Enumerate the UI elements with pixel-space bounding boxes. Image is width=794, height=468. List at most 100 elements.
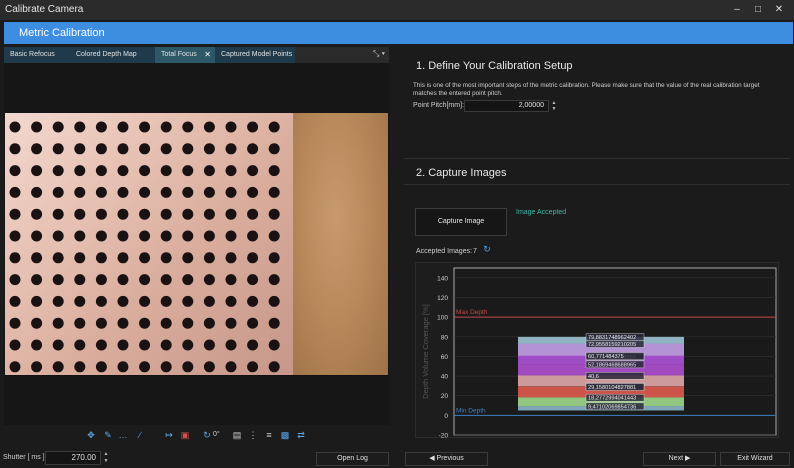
y-tick-label: 100: [437, 315, 448, 322]
target-dot: [74, 230, 86, 242]
pan-tool-icon[interactable]: ✥: [84, 428, 98, 442]
target-dot: [182, 208, 194, 220]
target-dot: [225, 186, 237, 198]
target-dot: [203, 230, 215, 242]
section-divider: [404, 184, 790, 185]
open-log-button[interactable]: Open Log: [316, 452, 389, 466]
rotate-icon[interactable]: ↻: [200, 428, 214, 442]
data-label: 52,1869468688965: [588, 362, 636, 368]
expand-arrows-icon[interactable]: ⤡ ▾: [373, 49, 385, 59]
y-tick-label: 140: [437, 275, 448, 282]
target-dot: [139, 361, 151, 373]
y-tick-label: 120: [437, 295, 448, 302]
close-icon[interactable]: ✕: [770, 2, 788, 18]
target-dot: [95, 186, 107, 198]
target-dot: [225, 252, 237, 264]
target-dot: [52, 274, 64, 286]
target-dot: [225, 143, 237, 155]
previous-button[interactable]: ◀ Previous: [405, 452, 488, 466]
point-pitch-input[interactable]: 2,00000: [464, 100, 549, 112]
target-dot: [268, 339, 280, 351]
wizard-banner: Metric Calibration: [4, 22, 793, 44]
target-dot: [247, 317, 259, 329]
target-dot: [268, 143, 280, 155]
pipette-icon[interactable]: ✎: [101, 428, 115, 442]
section-capture-images-title: 2. Capture Images: [416, 167, 507, 179]
maximize-icon[interactable]: □: [749, 2, 767, 18]
image-accepted-status: Image Accepted: [516, 209, 567, 216]
target-dot: [74, 121, 86, 133]
crop-icon[interactable]: ▣: [178, 428, 192, 442]
target-dot: [31, 121, 43, 133]
capture-image-button[interactable]: Capture Image: [415, 208, 507, 236]
target-dot: [9, 121, 21, 133]
target-dot: [225, 295, 237, 307]
target-dot: [182, 186, 194, 198]
target-dot: [9, 252, 21, 264]
data-label: 18,2772994041443: [588, 396, 636, 402]
target-dot: [52, 208, 64, 220]
palette-icon[interactable]: ▩: [278, 428, 292, 442]
tab-colored-depth-map[interactable]: Colored Depth Map: [70, 47, 155, 63]
y-tick-label: 20: [441, 393, 449, 400]
target-dot: [95, 230, 107, 242]
target-dot: [268, 295, 280, 307]
target-dot: [9, 295, 21, 307]
target-dot: [203, 121, 215, 133]
grid-lines-icon[interactable]: ≡: [262, 428, 276, 442]
target-dot: [117, 230, 129, 242]
target-dot: [160, 317, 172, 329]
target-dot: [74, 186, 86, 198]
depth-coverage-svg: -20 0 20 40 60 80 100 120 140 Depth Volume Covera…: [421, 267, 777, 440]
target-dot: [268, 186, 280, 198]
tab-label: Colored Depth Map: [76, 51, 137, 58]
target-dot: [117, 317, 129, 329]
ruler-icon[interactable]: ⋮: [246, 428, 260, 442]
calibration-image[interactable]: [5, 113, 388, 376]
y-tick-label: -20: [439, 433, 449, 440]
target-dot: [31, 143, 43, 155]
target-dot: [52, 143, 64, 155]
target-dot: [160, 339, 172, 351]
shutter-spinner[interactable]: ▲ ▼: [102, 451, 110, 465]
target-dot: [268, 317, 280, 329]
measure-icon[interactable]: ↦: [162, 428, 176, 442]
line-tool-icon[interactable]: ∕: [133, 428, 147, 442]
target-dot: [9, 143, 21, 155]
exit-wizard-button[interactable]: Exit Wizard: [720, 452, 790, 466]
target-dot: [74, 361, 86, 373]
minimize-icon[interactable]: –: [728, 2, 746, 18]
tab-basic-refocus[interactable]: Basic Refocus: [4, 47, 70, 63]
target-dot: [9, 339, 21, 351]
target-dot: [268, 208, 280, 220]
target-dot: [31, 230, 43, 242]
section-divider: [404, 158, 790, 159]
target-dot: [225, 230, 237, 242]
point-tool-icon[interactable]: …: [116, 428, 130, 442]
refresh-icon[interactable]: ↻: [481, 243, 493, 255]
target-dot: [117, 208, 129, 220]
target-dot: [74, 317, 86, 329]
target-dot: [268, 165, 280, 177]
target-dot: [52, 252, 64, 264]
target-dot: [203, 339, 215, 351]
next-button[interactable]: Next ▶: [643, 452, 716, 466]
shutter-input[interactable]: 270.00: [45, 451, 101, 465]
image-icon[interactable]: ▤: [230, 428, 244, 442]
target-dot: [268, 274, 280, 286]
close-tab-icon[interactable]: ✕: [204, 47, 211, 63]
sync-icon[interactable]: ⇄: [294, 428, 308, 442]
data-label: 40,6: [588, 374, 599, 380]
target-dot: [203, 317, 215, 329]
reference-line-label: Min Depth: [456, 407, 486, 414]
target-dot: [95, 339, 107, 351]
tab-captured-model-points[interactable]: Captured Model Points: [215, 47, 295, 63]
target-dot: [225, 317, 237, 329]
target-dot: [9, 186, 21, 198]
y-axis-label: Depth Volume Coverage [%]: [421, 304, 430, 399]
point-pitch-label: Point Pitch[mm]:: [413, 102, 464, 109]
target-dot: [182, 252, 194, 264]
tab-total-focus[interactable]: Total Focus ✕: [155, 47, 215, 63]
point-pitch-spinner[interactable]: ▲ ▼: [550, 100, 558, 112]
y-tick-label: 0: [444, 413, 448, 420]
